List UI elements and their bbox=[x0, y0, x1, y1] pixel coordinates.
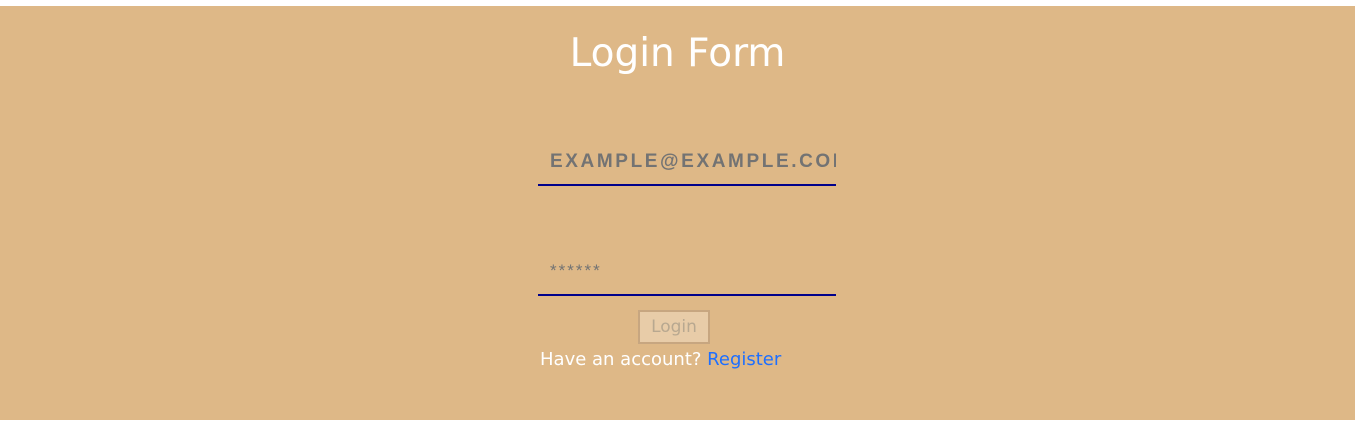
password-field[interactable] bbox=[538, 248, 836, 296]
page-title: Login Form bbox=[569, 31, 786, 76]
login-button[interactable]: Login bbox=[638, 310, 710, 344]
register-link[interactable]: Register bbox=[707, 349, 781, 370]
account-prompt-row: Have an account? Register bbox=[540, 346, 781, 374]
account-prompt-text: Have an account? bbox=[540, 349, 702, 370]
email-field[interactable] bbox=[538, 140, 836, 186]
login-panel: Login Form Login Have an account? Regist… bbox=[0, 6, 1355, 420]
